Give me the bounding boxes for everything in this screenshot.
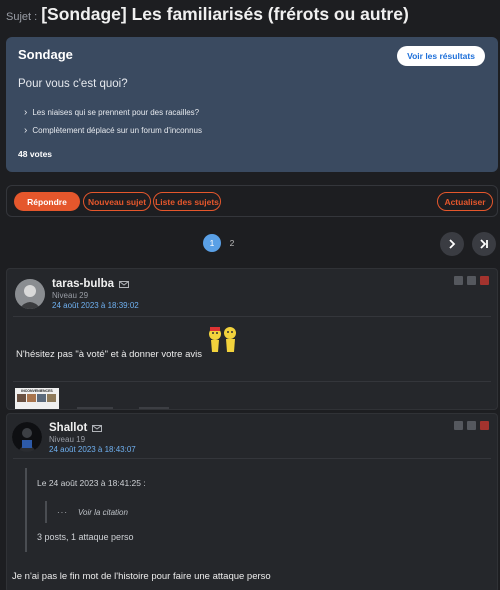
last-page-icon — [480, 239, 488, 249]
author-level: Niveau 19 — [49, 435, 86, 444]
ellipsis-icon: ··· — [57, 507, 68, 517]
topic-prefix: Sujet : — [6, 11, 38, 23]
pagination: 1 2 — [0, 232, 500, 256]
author-level: Niveau 29 — [52, 291, 89, 300]
menu-icon[interactable] — [467, 421, 476, 430]
report-icon[interactable] — [480, 276, 489, 285]
quote-icon[interactable] — [454, 276, 463, 285]
post-actions — [454, 276, 489, 285]
poll-label: Sondage — [18, 47, 73, 62]
post: Shallot Niveau 19 24 août 2023 à 18:43:0… — [6, 413, 498, 590]
post: taras-bulba Niveau 29 24 août 2023 à 18:… — [6, 268, 498, 410]
view-results-button[interactable]: Voir les résultats — [397, 46, 485, 66]
mail-icon[interactable] — [119, 280, 129, 288]
quote-header: Le 24 août 2023 à 18:41:25 : — [37, 478, 146, 488]
report-icon[interactable] — [480, 421, 489, 430]
page-current[interactable]: 1 — [203, 234, 221, 252]
topic-name: [Sondage] Les familiarisés (frérots ou a… — [41, 4, 409, 24]
poll-panel: Sondage Voir les résultats Pour vous c'e… — [6, 37, 498, 172]
action-bar: Répondre Nouveau sujet Liste des sujets … — [6, 185, 498, 217]
view-quote-link[interactable]: Voir la citation — [78, 508, 128, 517]
poll-vote-count: 48 votes — [18, 149, 53, 159]
quote-block: Le 24 août 2023 à 18:41:25 : ··· Voir la… — [25, 468, 485, 552]
chevron-right-icon: › — [24, 107, 28, 118]
mail-icon[interactable] — [92, 424, 103, 432]
thumbnail-caption: INCONVENIENCES — [21, 389, 53, 393]
post-divider — [13, 458, 491, 459]
smiley-sticker-icon — [209, 327, 236, 352]
post-divider — [13, 316, 491, 317]
chevron-right-icon — [449, 239, 456, 249]
post-text: Je n'ai pas le fin mot de l'histoire pou… — [12, 571, 271, 582]
next-page-button[interactable] — [440, 232, 464, 256]
poll-option-label: Les niaises qui se prennent pour des rac… — [32, 108, 200, 117]
author-name[interactable]: Shallot — [49, 422, 103, 434]
page-link[interactable]: 2 — [223, 234, 241, 252]
topic-list-button[interactable]: Liste des sujets — [153, 192, 221, 211]
post-divider — [13, 381, 491, 382]
last-page-button[interactable] — [472, 232, 496, 256]
quote-icon[interactable] — [454, 421, 463, 430]
author-label: taras-bulba — [52, 278, 114, 290]
post-date[interactable]: 24 août 2023 à 18:43:07 — [49, 445, 136, 454]
poll-question: Pour vous c'est quoi? — [18, 78, 128, 90]
avatar[interactable] — [15, 279, 45, 309]
topic-title: Sujet : [Sondage] Les familiarisés (frér… — [6, 4, 409, 25]
post-actions — [454, 421, 489, 430]
refresh-button[interactable]: Actualiser — [437, 192, 493, 211]
author-label: Shallot — [49, 422, 88, 434]
poll-option-label: Complètement déplacé sur un forum d'inco… — [32, 126, 202, 135]
reply-button[interactable]: Répondre — [14, 192, 80, 211]
post-text: N'hésitez pas "à voté" et à donner votre… — [16, 349, 202, 360]
new-topic-button[interactable]: Nouveau sujet — [83, 192, 151, 211]
poll-option[interactable]: › Les niaises qui se prennent pour des r… — [24, 107, 199, 118]
poll-option[interactable]: › Complètement déplacé sur un forum d'in… — [24, 125, 202, 136]
author-name[interactable]: taras-bulba — [52, 278, 129, 290]
post-date[interactable]: 24 août 2023 à 18:39:02 — [52, 301, 139, 310]
nested-quote[interactable]: ··· Voir la citation — [45, 501, 128, 523]
avatar[interactable] — [12, 422, 42, 452]
chevron-right-icon: › — [24, 125, 28, 136]
quote-body: 3 posts, 1 attaque perso — [37, 532, 134, 542]
signature-thumbnail[interactable]: INCONVENIENCES — [15, 388, 59, 409]
menu-icon[interactable] — [467, 276, 476, 285]
